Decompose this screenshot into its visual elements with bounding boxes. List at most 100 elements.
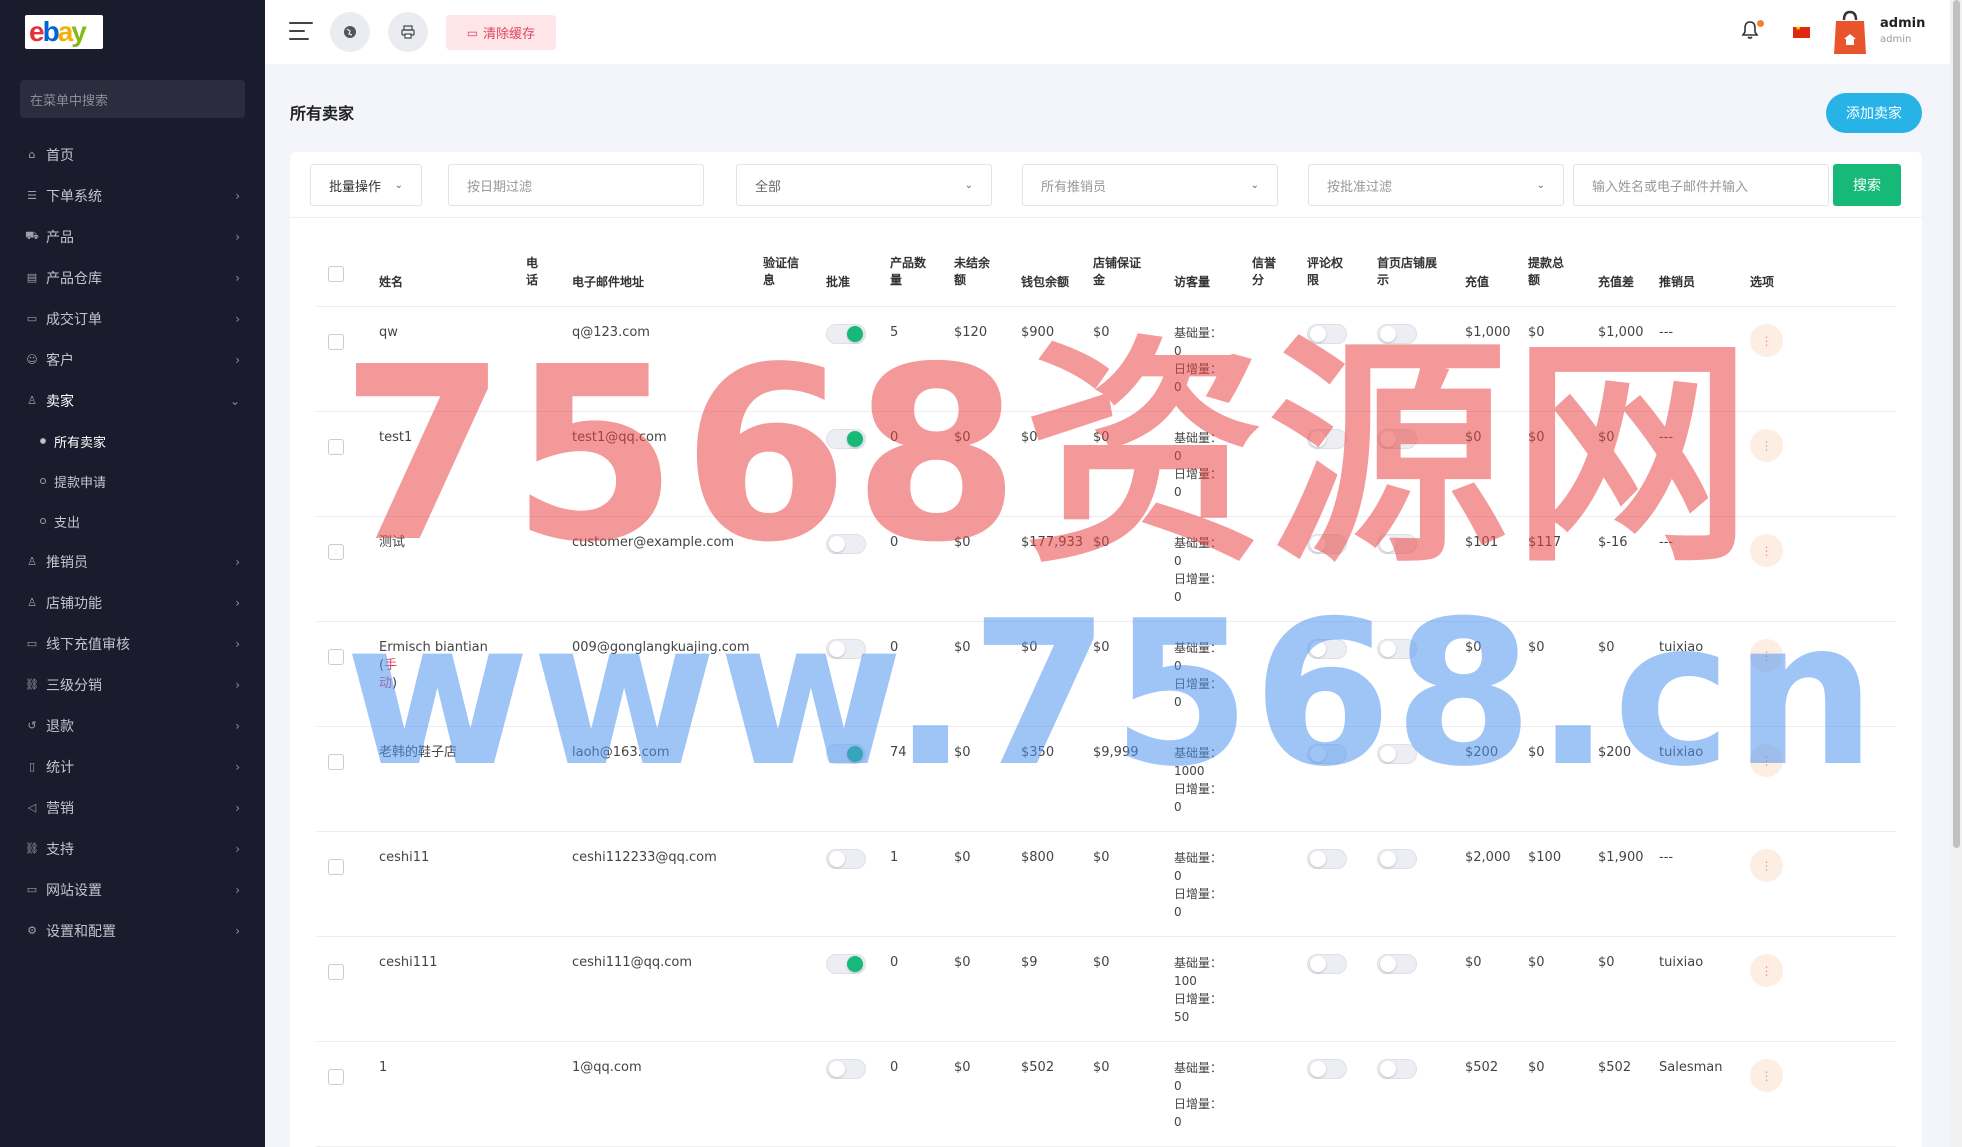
- sidebar-item-label: 营销: [46, 800, 74, 817]
- approve-toggle[interactable]: [826, 849, 866, 869]
- avatar[interactable]: [1833, 10, 1867, 55]
- more-options-icon[interactable]: ⋮: [1750, 1059, 1783, 1092]
- email-cell: 1@qq.com: [572, 1060, 642, 1075]
- sidebar-item-sidebar.items_after.2.label[interactable]: ▭ 线下充值审核 ›: [0, 623, 265, 664]
- review-permission-toggle[interactable]: [1307, 849, 1347, 869]
- product-count-cell: 0: [890, 1060, 899, 1075]
- add-seller-button[interactable]: 添加卖家: [1826, 93, 1922, 133]
- salesman-cell: tuixiao: [1659, 955, 1704, 970]
- salesman-select[interactable]: 所有推销员 ⌄: [1022, 164, 1278, 206]
- visitor-daily-label: 日增量：: [1174, 1097, 1223, 1111]
- toggle-knob: [1380, 1061, 1396, 1077]
- seller-name-text: ceshi111: [379, 955, 438, 970]
- globe-icon[interactable]: [330, 12, 370, 52]
- chevron-right-icon: ›: [235, 718, 240, 733]
- sidebar-item-sidebar.items_after.6.label[interactable]: ◁ 营销 ›: [0, 787, 265, 828]
- approve-toggle[interactable]: [826, 954, 866, 974]
- row-checkbox[interactable]: [328, 649, 344, 665]
- sidebar-item-sidebar.items_after.9.label[interactable]: ⚙ 设置和配置 ›: [0, 910, 265, 951]
- row-checkbox[interactable]: [328, 964, 344, 980]
- approval-select[interactable]: 按批准过滤 ⌄: [1308, 164, 1564, 206]
- status-select[interactable]: 全部 ⌄: [736, 164, 992, 206]
- more-options-icon[interactable]: ⋮: [1750, 849, 1783, 882]
- toggle-knob: [1310, 956, 1326, 972]
- bullet-icon: [40, 478, 46, 484]
- homepage-display-toggle[interactable]: [1377, 1059, 1417, 1079]
- scrollbar-thumb[interactable]: [1953, 0, 1960, 848]
- chevron-right-icon: ›: [235, 188, 240, 203]
- wallet-balance-cell: $800: [1021, 850, 1055, 865]
- sidebar-item-sidebar.items.1.label[interactable]: ☰ 下单系统 ›: [0, 175, 265, 216]
- sidebar-subitem[interactable]: 所有卖家: [0, 421, 265, 461]
- keyword-search-input[interactable]: 输入姓名或电子邮件并输入: [1573, 164, 1829, 206]
- sidebar-item-sidebar.items_after.5.label[interactable]: ▯ 统计 ›: [0, 746, 265, 787]
- unsettled-balance-cell: $0: [954, 850, 971, 865]
- column-header: 信誉分: [1252, 256, 1277, 287]
- column-header: 评论权限: [1307, 256, 1344, 287]
- china-flag-icon[interactable]: [1793, 24, 1810, 38]
- seller-name[interactable]: ceshi11: [379, 849, 509, 867]
- bulk-action-dropdown[interactable]: 批量操作 ⌄: [310, 164, 422, 206]
- chevron-right-icon: ›: [235, 759, 240, 774]
- sidebar-item-sidebar.items.4.label[interactable]: ▭ 成交订单 ›: [0, 298, 265, 339]
- ebay-logo[interactable]: ebay: [25, 15, 103, 49]
- recharge-cell: $0: [1465, 955, 1482, 970]
- menu-search-input[interactable]: 在菜单中搜索: [20, 80, 245, 118]
- date-filter-input[interactable]: 按日期过滤: [448, 164, 704, 206]
- product-count-cell: 0: [890, 955, 899, 970]
- approve-toggle[interactable]: [826, 1059, 866, 1079]
- chevron-right-icon: ›: [235, 352, 240, 367]
- salesman-cell: Salesman: [1659, 1060, 1723, 1075]
- column-header: 店铺保证金: [1093, 256, 1142, 287]
- sidebar-item-sidebar.items_after.0.label[interactable]: ♙ 推销员 ›: [0, 541, 265, 582]
- product-count-cell: 1: [890, 850, 899, 865]
- withdraw-total-cell: $100: [1528, 850, 1562, 865]
- sidebar-item-label: 支持: [46, 841, 74, 858]
- column-header: 选项: [1750, 275, 1775, 289]
- sidebar-item-sidebar.items.5.label[interactable]: ☺ 客户 ›: [0, 339, 265, 380]
- sidebar-item-sidebar.items_after.3.label[interactable]: ⛓ 三级分销 ›: [0, 664, 265, 705]
- sidebar-item-sidebar.items_after.4.label[interactable]: ↺ 退款 ›: [0, 705, 265, 746]
- seller-name-text: 1: [379, 1060, 388, 1075]
- sidebar-subitem-label: 提款申请: [54, 475, 107, 491]
- sidebar-item-sidebar.items.6.label[interactable]: ♙ 卖家 ⌄: [0, 380, 265, 421]
- sidebar-subitem[interactable]: 支出: [0, 501, 265, 541]
- sidebar-item-label: 退款: [46, 718, 74, 735]
- seller-name[interactable]: ceshi111: [379, 954, 509, 972]
- chevron-down-icon: ⌄: [1250, 179, 1259, 191]
- clear-cache-label: 清除缓存: [483, 27, 536, 42]
- menu-toggle-icon[interactable]: [289, 22, 313, 42]
- watermark-line2: www.7568.cn: [345, 578, 1879, 811]
- unsettled-balance-cell: $0: [954, 955, 971, 970]
- sidebar-item-sidebar.items.3.label[interactable]: ▤ 产品仓库 ›: [0, 257, 265, 298]
- visitor-daily-value: 0: [1174, 905, 1182, 919]
- row-checkbox[interactable]: [328, 859, 344, 875]
- row-checkbox[interactable]: [328, 1069, 344, 1085]
- row-checkbox[interactable]: [328, 754, 344, 770]
- toggle-knob: [1310, 851, 1326, 867]
- select-all-checkbox[interactable]: [328, 266, 344, 282]
- user-name[interactable]: admin: [1880, 16, 1925, 31]
- clear-cache-button[interactable]: ▭ 清除缓存: [446, 15, 556, 50]
- chevron-right-icon: ›: [235, 800, 240, 815]
- seller-name[interactable]: 1: [379, 1059, 509, 1077]
- sidebar-subitem[interactable]: 提款申请: [0, 461, 265, 501]
- homepage-display-toggle[interactable]: [1377, 954, 1417, 974]
- toggle-knob: [1380, 851, 1396, 867]
- review-permission-toggle[interactable]: [1307, 954, 1347, 974]
- print-icon[interactable]: [388, 12, 428, 52]
- user-icon: ♙: [27, 555, 37, 568]
- search-button[interactable]: 搜索: [1833, 164, 1901, 206]
- review-permission-toggle[interactable]: [1307, 1059, 1347, 1079]
- sidebar-item-sidebar.items_after.8.label[interactable]: ▭ 网站设置 ›: [0, 869, 265, 910]
- sidebar-item-sidebar.items.0.label[interactable]: ⌂ 首页: [0, 134, 265, 175]
- topbar: ▭ 清除缓存 admin admin: [265, 0, 1950, 64]
- column-header: 电子邮件地址: [572, 275, 645, 289]
- homepage-display-toggle[interactable]: [1377, 849, 1417, 869]
- page-scrollbar[interactable]: [1950, 0, 1962, 1147]
- sidebar-item-sidebar.items_after.1.label[interactable]: ♙ 店铺功能 ›: [0, 582, 265, 623]
- sidebar-item-sidebar.items.2.label[interactable]: ⛟ 产品 ›: [0, 216, 265, 257]
- column-header: 充值差: [1598, 275, 1635, 289]
- more-options-icon[interactable]: ⋮: [1750, 954, 1783, 987]
- sidebar-item-sidebar.items_after.7.label[interactable]: ⛓ 支持 ›: [0, 828, 265, 869]
